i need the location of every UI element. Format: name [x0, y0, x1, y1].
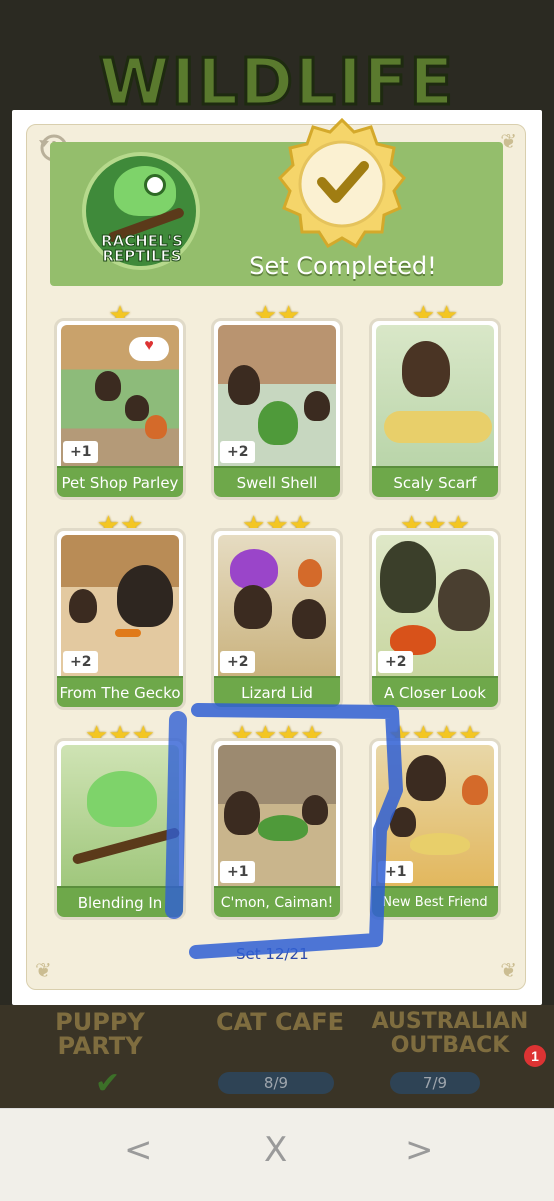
corner-ornament-icon: ❦: [500, 960, 517, 982]
turtle-figure: [258, 401, 298, 445]
previous-button[interactable]: <: [124, 1130, 153, 1170]
character-figure: [292, 599, 326, 639]
character-figure: [438, 569, 490, 631]
branch-decoration: [71, 826, 181, 866]
heart-bubble-icon: ♥: [129, 337, 169, 361]
gecko-figure: [115, 629, 141, 637]
background-album-title: WILDLIFE: [97, 45, 456, 122]
sticker-name: Swell Shell: [214, 466, 340, 497]
character-figure: [380, 541, 436, 613]
sticker-card-pet-shop-parley[interactable]: ♥ +1 Pet Shop Parley: [54, 318, 186, 500]
background-set-name: CAT CAFE: [215, 1008, 345, 1036]
sticker-bonus: +1: [378, 861, 414, 883]
character-figure: [406, 755, 446, 801]
character-figure: [125, 395, 149, 421]
character-figure: [402, 341, 450, 397]
character-figure: [95, 371, 121, 401]
background-set-name: PUPPY: [55, 1008, 145, 1036]
background-set-name: OUTBACK: [390, 1033, 510, 1058]
sticker-name: New Best Friend: [372, 886, 498, 917]
sticker-art: [61, 745, 181, 893]
checkmark-icon: ✔: [95, 1067, 121, 1100]
background-set-name: AUSTRALIAN: [371, 1009, 529, 1034]
snake-figure: [410, 833, 470, 855]
background-set-progress: 8/9: [218, 1072, 334, 1094]
sticker-name: Scaly Scarf: [372, 466, 498, 497]
sticker-bonus: +1: [220, 861, 256, 883]
character-figure: [117, 565, 173, 627]
character-figure: [462, 775, 488, 805]
sticker-card-new-best-friend[interactable]: +1 New Best Friend: [369, 738, 501, 920]
lizard-figure: [230, 549, 278, 589]
sticker-card-cmon-caiman[interactable]: +1 C'mon, Caiman!: [211, 738, 343, 920]
sticker-name: C'mon, Caiman!: [214, 886, 340, 917]
sticker-card-swell-shell[interactable]: +2 Swell Shell: [211, 318, 343, 500]
sticker-bonus: +2: [220, 441, 256, 463]
chameleon-eye: [144, 174, 166, 196]
character-figure: [304, 391, 330, 421]
set-badge-label-line2: REPTILES: [102, 247, 182, 265]
character-figure: [234, 585, 272, 629]
sticker-card-lizard-lid[interactable]: +2 Lizard Lid: [211, 528, 343, 710]
set-completed-text: Set Completed!: [249, 252, 437, 280]
sticker-name: From The Gecko: [57, 676, 183, 707]
character-figure: [69, 589, 97, 623]
sticker-name: Pet Shop Parley: [57, 466, 183, 497]
sticker-card-a-closer-look[interactable]: +2 A Closer Look: [369, 528, 501, 710]
character-figure: [224, 791, 260, 835]
sticker-bonus: +2: [63, 651, 99, 673]
sticker-name: Blending In: [57, 886, 183, 917]
caiman-figure: [258, 815, 308, 841]
background-set-puppy-party: PUPPY PARTY: [30, 1010, 170, 1058]
sticker-card-scaly-scarf[interactable]: Scaly Scarf: [369, 318, 501, 500]
sticker-card-blending-in[interactable]: Blending In: [54, 738, 186, 920]
sticker-name: Lizard Lid: [214, 676, 340, 707]
corner-ornament-icon: ❦: [35, 960, 52, 982]
sticker-bonus: +1: [63, 441, 99, 463]
sticker-bonus: +2: [378, 651, 414, 673]
snake-figure: [384, 411, 492, 443]
character-figure: [302, 795, 328, 825]
notification-badge: 1: [524, 1045, 546, 1067]
character-figure: [298, 559, 322, 587]
sticker-card-from-the-gecko[interactable]: +2 From The Gecko: [54, 528, 186, 710]
sticker-bonus: +2: [220, 651, 256, 673]
character-figure: [228, 365, 260, 405]
sticker-name: A Closer Look: [372, 676, 498, 707]
completed-seal-icon: [278, 118, 406, 249]
background-set-australian-outback: AUSTRALIAN OUTBACK: [360, 1010, 540, 1058]
character-figure: [390, 807, 416, 837]
set-counter: Set 12/21: [236, 945, 309, 963]
next-button[interactable]: >: [405, 1130, 434, 1170]
background-set-name: PARTY: [57, 1032, 143, 1060]
chameleon-figure: [87, 771, 157, 827]
close-button[interactable]: X: [264, 1130, 287, 1170]
background-set-cat-cafe: CAT CAFE: [200, 1010, 360, 1034]
set-badge-label: RACHEL'S REPTILES: [86, 233, 198, 265]
character-figure: [145, 415, 167, 439]
background-set-progress: 7/9: [390, 1072, 480, 1094]
sticker-art: [376, 325, 494, 473]
